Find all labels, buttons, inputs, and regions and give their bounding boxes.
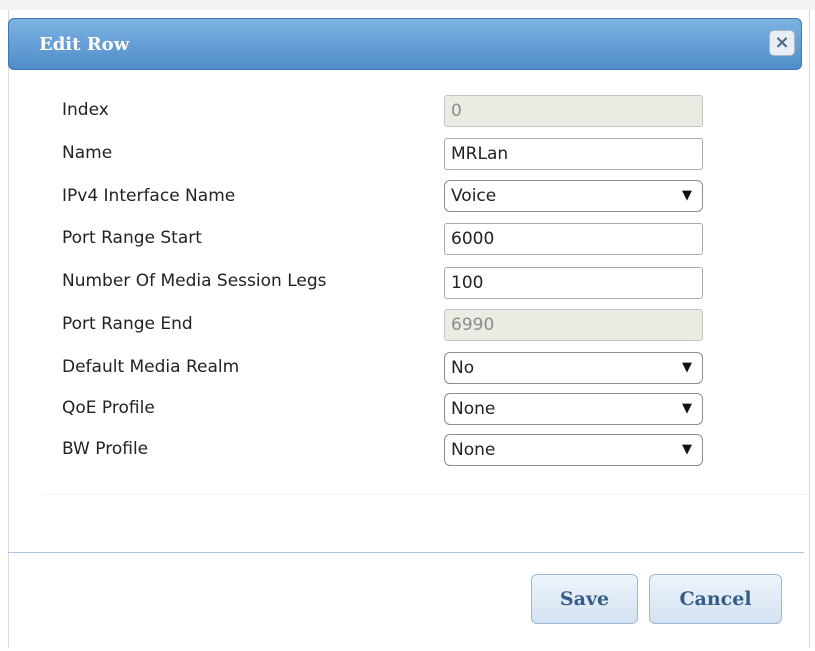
field-label-name: Name	[62, 143, 113, 163]
field-label-media-session-legs: Number Of Media Session Legs	[62, 271, 327, 291]
ipv4-interface-name-value: Voice	[451, 186, 497, 206]
port-range-start-value: 6000	[451, 229, 495, 249]
field-label-ipv4-interface-name: IPv4 Interface Name	[62, 186, 236, 206]
default-media-realm-select[interactable]: No ▼	[444, 352, 703, 384]
qoe-profile-value: None	[451, 399, 496, 419]
field-label-qoe-profile: QoE Profile	[62, 398, 155, 418]
field-label-default-media-realm: Default Media Realm	[62, 357, 240, 377]
chevron-down-icon: ▼	[682, 442, 692, 457]
footer-divider	[8, 552, 804, 553]
dialog-titlebar: Edit Row ×	[8, 18, 802, 70]
qoe-profile-select[interactable]: None ▼	[444, 393, 703, 425]
index-field: 0	[444, 95, 703, 127]
port-range-end-value: 6990	[451, 315, 495, 335]
field-label-port-range-end: Port Range End	[62, 314, 193, 334]
save-button[interactable]: Save	[531, 574, 638, 624]
index-value: 0	[451, 101, 462, 121]
close-icon: ×	[774, 32, 790, 53]
chevron-down-icon: ▼	[682, 360, 692, 375]
chevron-down-icon: ▼	[682, 401, 692, 416]
cancel-button[interactable]: Cancel	[649, 574, 782, 624]
port-range-end-field: 6990	[444, 309, 703, 341]
media-session-legs-field[interactable]: 100	[444, 267, 703, 299]
form-panel-edge	[42, 494, 807, 495]
chevron-down-icon: ▼	[682, 188, 692, 203]
port-range-start-field[interactable]: 6000	[444, 223, 703, 255]
bw-profile-select[interactable]: None ▼	[444, 434, 703, 466]
ipv4-interface-name-select[interactable]: Voice ▼	[444, 180, 703, 212]
field-label-bw-profile: BW Profile	[62, 439, 149, 459]
close-button[interactable]: ×	[769, 30, 795, 56]
field-label-index: Index	[62, 100, 109, 120]
field-label-port-range-start: Port Range Start	[62, 228, 202, 248]
name-field[interactable]: MRLan	[444, 138, 703, 170]
dialog-title: Edit Row	[39, 34, 130, 55]
name-value: MRLan	[451, 144, 509, 164]
media-session-legs-value: 100	[451, 273, 484, 293]
bw-profile-value: None	[451, 440, 496, 460]
background-window-strip	[0, 0, 815, 10]
default-media-realm-value: No	[451, 358, 475, 378]
